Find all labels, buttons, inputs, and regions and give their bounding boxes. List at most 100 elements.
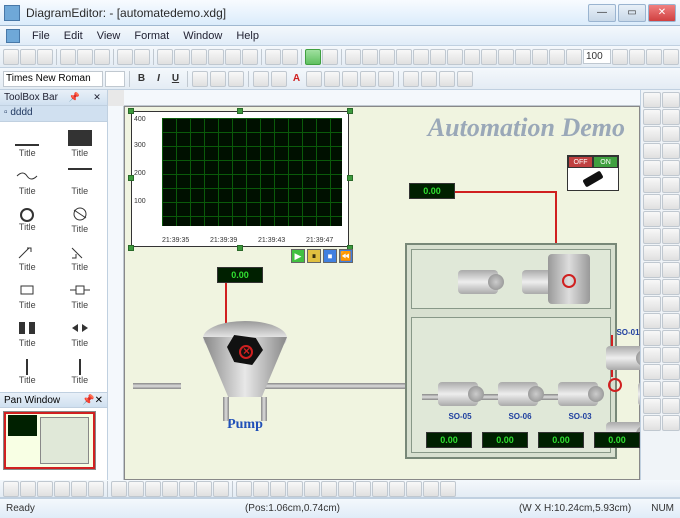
bottom-btn[interactable] — [423, 481, 439, 497]
redo-button[interactable] — [134, 49, 150, 65]
trend-chart[interactable]: 400 300 200 100 21:39:35 21:39:39 21:39:… — [131, 111, 349, 247]
zoom-out-button[interactable] — [629, 49, 645, 65]
ungroup-button[interactable] — [282, 49, 298, 65]
image-button[interactable] — [566, 49, 582, 65]
toolbox-pin-icon[interactable]: 📌 — [68, 92, 80, 104]
pan-minimap[interactable] — [3, 411, 96, 470]
pan-pin-icon[interactable]: 📌 — [82, 395, 94, 406]
menu-format[interactable]: Format — [128, 28, 175, 44]
align-top-button[interactable] — [208, 49, 224, 65]
onoff-switch[interactable]: OFF ON — [567, 155, 619, 191]
line-style-button[interactable] — [324, 71, 340, 87]
bottom-btn[interactable] — [338, 481, 354, 497]
order-back-button[interactable] — [413, 49, 429, 65]
alarm-tool[interactable] — [662, 313, 680, 329]
bottom-btn[interactable] — [355, 481, 371, 497]
group-tool[interactable] — [643, 347, 661, 363]
shape-item[interactable]: Title — [2, 202, 53, 238]
arrow-end-button[interactable] — [378, 71, 394, 87]
copy-button[interactable] — [77, 49, 93, 65]
tank-tool[interactable] — [662, 245, 680, 261]
valve-tool[interactable] — [643, 245, 661, 261]
bottom-btn[interactable] — [270, 481, 286, 497]
same-height-button[interactable] — [457, 71, 473, 87]
distribute-h-button[interactable] — [403, 71, 419, 87]
shape-item[interactable]: Title — [55, 354, 106, 390]
more-tool[interactable] — [662, 415, 680, 431]
selection-handle[interactable] — [347, 175, 353, 181]
flip-v-button[interactable] — [481, 49, 497, 65]
fill-color-button[interactable] — [253, 71, 269, 87]
shape-item[interactable]: Title — [55, 240, 106, 276]
shape-item[interactable]: Title — [2, 316, 53, 352]
stop-button[interactable] — [322, 49, 338, 65]
selection-handle[interactable] — [237, 108, 243, 114]
motor-so02[interactable] — [638, 378, 640, 410]
open-button[interactable] — [20, 49, 36, 65]
zoom-in-button[interactable] — [612, 49, 628, 65]
connector-tool[interactable] — [643, 228, 661, 244]
pan-close-icon[interactable]: ✕ — [95, 395, 103, 406]
switch-tool[interactable] — [643, 279, 661, 295]
align-bottom-button[interactable] — [242, 49, 258, 65]
save-button[interactable] — [37, 49, 53, 65]
font-name-select[interactable] — [3, 71, 103, 87]
bottom-btn[interactable] — [253, 481, 269, 497]
align-middle-button[interactable] — [225, 49, 241, 65]
undo-button[interactable] — [117, 49, 133, 65]
rotate-left-button[interactable] — [430, 49, 446, 65]
menu-view[interactable]: View — [91, 28, 127, 44]
bottom-btn[interactable] — [37, 481, 53, 497]
motor-so03[interactable] — [558, 378, 602, 410]
hopper[interactable] — [548, 254, 590, 304]
rotate-right-button[interactable] — [447, 49, 463, 65]
meter-tool[interactable] — [662, 296, 680, 312]
ellipse-tool[interactable] — [643, 160, 661, 176]
text-align-right-button[interactable] — [228, 71, 244, 87]
distribute-v-button[interactable] — [421, 71, 437, 87]
text-align-center-button[interactable] — [210, 71, 226, 87]
menu-file[interactable]: File — [26, 28, 56, 44]
selection-handle[interactable] — [128, 108, 134, 114]
chart-stop-button[interactable]: ⏹ — [323, 249, 337, 263]
text-align-left-button[interactable] — [192, 71, 208, 87]
chart-rewind-button[interactable]: ⏪ — [339, 249, 353, 263]
bottom-btn[interactable] — [145, 481, 161, 497]
shape-item[interactable]: Title — [55, 278, 106, 314]
bottom-btn[interactable] — [179, 481, 195, 497]
bold-button[interactable]: B — [134, 71, 149, 86]
bottom-btn[interactable] — [440, 481, 456, 497]
minimize-button[interactable]: — — [588, 4, 616, 22]
motor-so05[interactable] — [438, 378, 482, 410]
shape-item[interactable]: Title — [2, 278, 53, 314]
bottom-btn[interactable] — [162, 481, 178, 497]
pan-window[interactable] — [0, 408, 107, 480]
bottom-btn[interactable] — [236, 481, 252, 497]
paste-button[interactable] — [94, 49, 110, 65]
underline-button[interactable]: U — [168, 71, 183, 86]
shape-item[interactable]: Title — [2, 164, 53, 200]
order-front-button[interactable] — [396, 49, 412, 65]
bottom-btn[interactable] — [321, 481, 337, 497]
bottom-btn[interactable] — [304, 481, 320, 497]
eraser-tool[interactable] — [662, 381, 680, 397]
align-left-button[interactable] — [157, 49, 173, 65]
new-button[interactable] — [3, 49, 19, 65]
chart-tool[interactable] — [643, 211, 661, 227]
bottom-btn[interactable] — [54, 481, 70, 497]
select-tool[interactable] — [662, 92, 680, 108]
align-center-button[interactable] — [174, 49, 190, 65]
roundrect-tool[interactable] — [662, 143, 680, 159]
motor-tool[interactable] — [643, 262, 661, 278]
polygon-tool[interactable] — [662, 160, 680, 176]
bottom-btn[interactable] — [389, 481, 405, 497]
shape-item[interactable]: Title — [55, 202, 106, 238]
selection-handle[interactable] — [237, 245, 243, 251]
shape-item[interactable]: Title — [2, 126, 53, 162]
diagram-canvas[interactable]: Automation Demo 400 300 200 100 21:39:35… — [124, 106, 640, 480]
text-button[interactable] — [549, 49, 565, 65]
selection-handle[interactable] — [347, 108, 353, 114]
line-weight-button[interactable] — [342, 71, 358, 87]
tag-tool[interactable] — [643, 330, 661, 346]
script-tool[interactable] — [662, 330, 680, 346]
